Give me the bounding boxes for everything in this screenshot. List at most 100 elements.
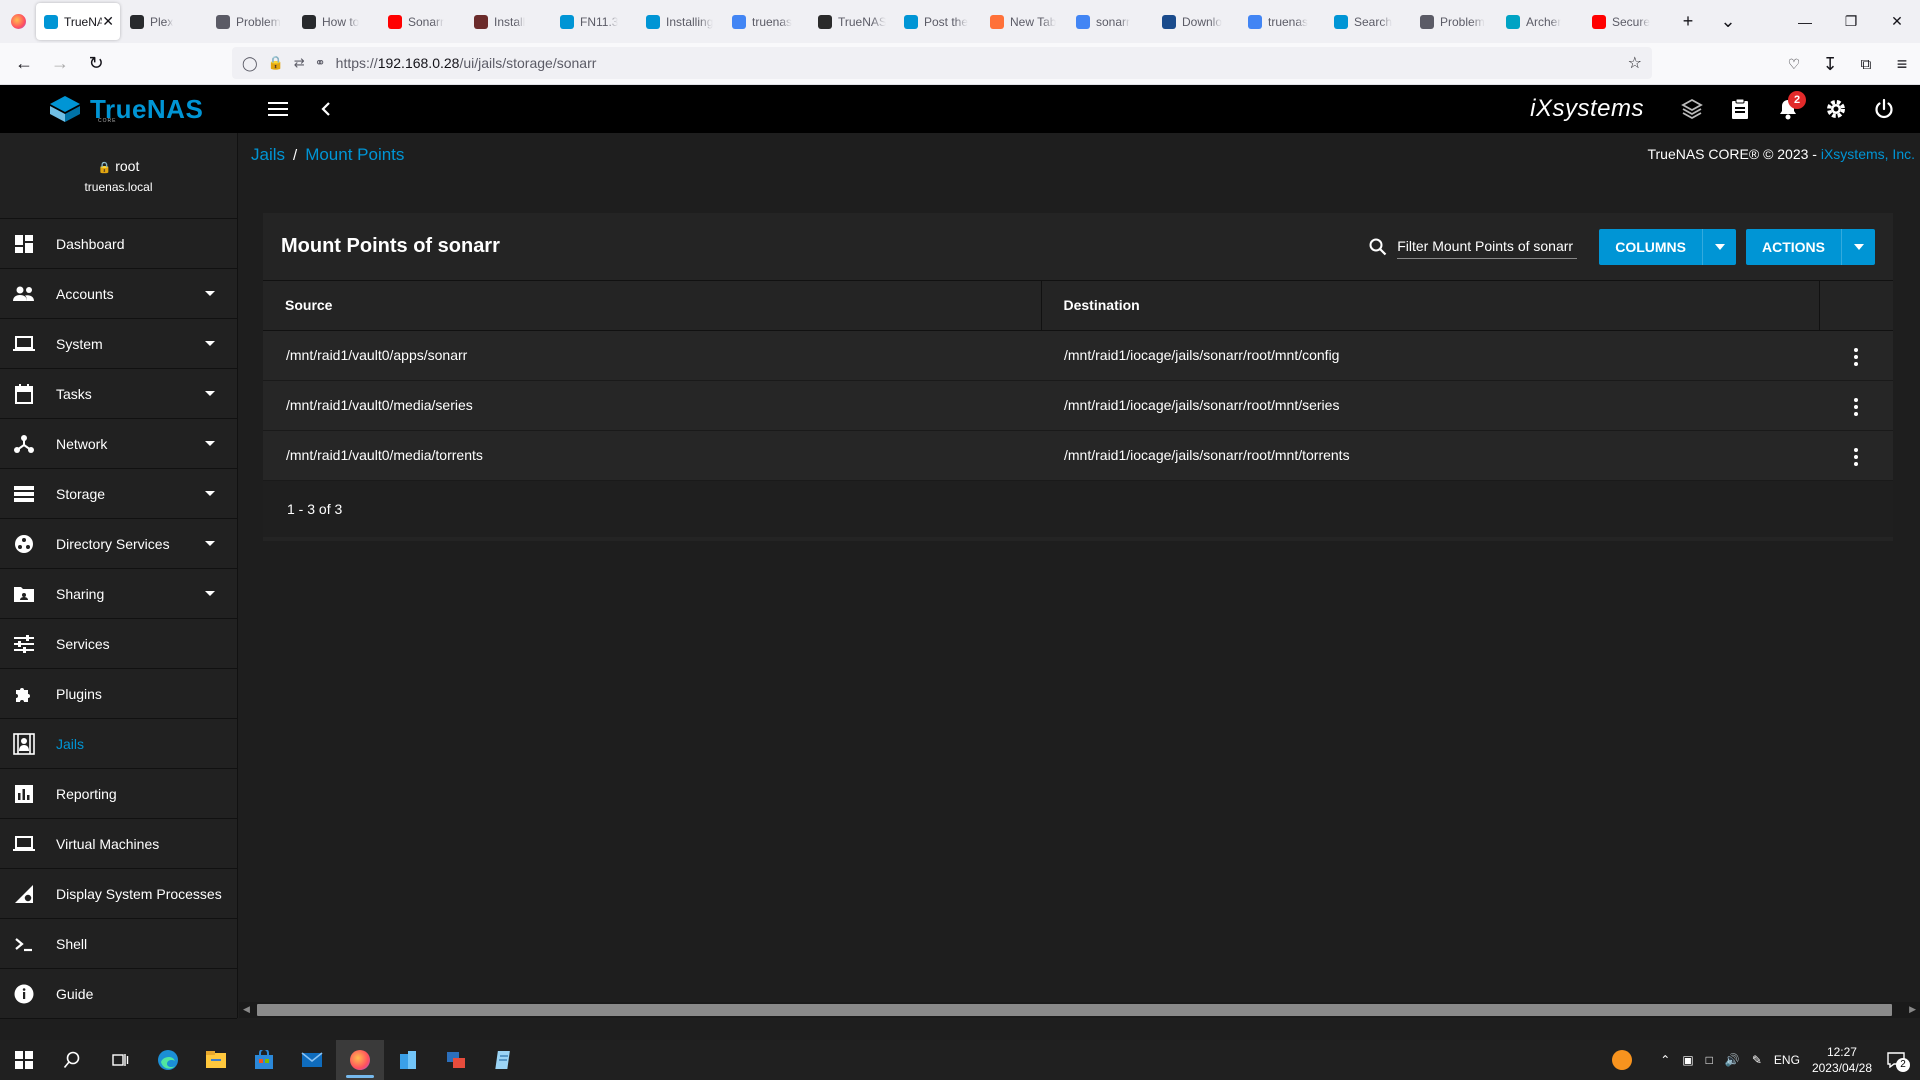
browser-tab[interactable]: Secure: [1584, 3, 1668, 40]
shield-icon[interactable]: ◯: [242, 55, 258, 72]
browser-tab[interactable]: Problem: [1412, 3, 1496, 40]
minimize-button[interactable]: —: [1782, 0, 1828, 43]
pocket-icon[interactable]: ♡: [1776, 46, 1812, 82]
search-icon[interactable]: [48, 1040, 96, 1080]
expand-arrow-icon[interactable]: [205, 391, 215, 396]
table-row[interactable]: /mnt/raid1/vault0/media/torrents/mnt/rai…: [263, 430, 1893, 481]
expand-arrow-icon[interactable]: [205, 291, 215, 296]
lock-icon[interactable]: 🔒: [268, 55, 284, 71]
sidebar-item-sharing[interactable]: Sharing: [0, 569, 237, 619]
url-text[interactable]: https://192.168.0.28/ui/jails/storage/so…: [336, 55, 597, 71]
chevron-down-icon[interactable]: [1841, 228, 1875, 265]
browser-tab[interactable]: Install: [466, 3, 550, 40]
column-header-source[interactable]: Source: [263, 281, 1042, 331]
firefox-tray-icon[interactable]: [1612, 1050, 1633, 1070]
new-tab-button[interactable]: +: [1668, 0, 1708, 43]
mail-icon[interactable]: [288, 1040, 336, 1080]
permissions-icon[interactable]: ⇄: [294, 55, 305, 71]
sidebar-item-virtual-machines[interactable]: Virtual Machines: [0, 819, 237, 869]
file-explorer-icon[interactable]: [192, 1040, 240, 1080]
close-tab-icon[interactable]: ✕: [102, 13, 114, 30]
expand-arrow-icon[interactable]: [205, 591, 215, 596]
horizontal-scrollbar[interactable]: ◀ ▶: [239, 1002, 1920, 1018]
browser-tab[interactable]: FN11.3: [552, 3, 636, 40]
app-notepad-icon[interactable]: [480, 1040, 528, 1080]
sidebar-item-directory-services[interactable]: Directory Services: [0, 519, 237, 569]
back-icon[interactable]: ←: [6, 46, 42, 82]
app-menu-icon[interactable]: ≡: [1884, 46, 1920, 82]
actions-button[interactable]: ACTIONS: [1746, 228, 1875, 265]
network-icon[interactable]: □: [1706, 1053, 1713, 1067]
sidebar-item-shell[interactable]: Shell: [0, 919, 237, 969]
columns-button[interactable]: COLUMNS: [1599, 228, 1736, 265]
reload-icon[interactable]: ↻: [78, 46, 114, 82]
close-window-button[interactable]: ✕: [1874, 0, 1920, 43]
filter-input[interactable]: [1397, 234, 1578, 259]
firefox-menu-icon[interactable]: [0, 0, 36, 43]
power-icon[interactable]: [1860, 85, 1908, 133]
sidebar-item-reporting[interactable]: Reporting: [0, 769, 237, 819]
table-row[interactable]: /mnt/raid1/vault0/apps/sonarr/mnt/raid1/…: [263, 330, 1893, 381]
browser-tab[interactable]: Archer: [1498, 3, 1582, 40]
expand-arrow-icon[interactable]: [205, 541, 215, 546]
browser-tab[interactable]: truenas: [724, 3, 808, 40]
chevron-down-icon[interactable]: [1702, 228, 1736, 265]
sidebar-item-jails[interactable]: Jails: [0, 719, 237, 769]
more-options-icon[interactable]: [1842, 442, 1870, 472]
extensions-icon[interactable]: ⧉: [1848, 46, 1884, 82]
firefox-icon[interactable]: [336, 1040, 384, 1080]
bookmark-star-icon[interactable]: ☆: [1628, 53, 1642, 73]
clock[interactable]: 12:27 2023/04/28: [1812, 1044, 1872, 1076]
browser-tab[interactable]: Downlo: [1154, 3, 1238, 40]
task-manager-icon[interactable]: [1716, 85, 1764, 133]
sidebar-item-accounts[interactable]: Accounts: [0, 269, 237, 319]
browser-tab[interactable]: TrueNAS: [810, 3, 894, 40]
browser-tab[interactable]: How to: [294, 3, 378, 40]
browser-tab[interactable]: Sonarr: [380, 3, 464, 40]
browser-tab[interactable]: sonarr: [1068, 3, 1152, 40]
ixsystems-link[interactable]: iXsystems, Inc.: [1821, 146, 1915, 162]
sidebar-item-services[interactable]: Services: [0, 619, 237, 669]
breadcrumb-jails-link[interactable]: Jails: [251, 145, 285, 165]
sidebar-item-network[interactable]: Network: [0, 419, 237, 469]
downloads-icon[interactable]: ↧: [1812, 46, 1848, 82]
scrollbar-thumb[interactable]: [257, 1004, 1892, 1016]
table-row[interactable]: /mnt/raid1/vault0/media/series/mnt/raid1…: [263, 380, 1893, 431]
windows-start-icon[interactable]: [0, 1040, 48, 1080]
store-icon[interactable]: [240, 1040, 288, 1080]
volume-icon[interactable]: 🔊: [1725, 1053, 1740, 1067]
sidebar-item-plugins[interactable]: Plugins: [0, 669, 237, 719]
expand-arrow-icon[interactable]: [205, 441, 215, 446]
tab-list-button[interactable]: ⌄: [1708, 0, 1748, 43]
settings-gear-icon[interactable]: [1812, 85, 1860, 133]
scroll-right-icon[interactable]: ▶: [1909, 1004, 1916, 1015]
browser-tab[interactable]: Problem: [208, 3, 292, 40]
truecommand-icon[interactable]: [1668, 85, 1716, 133]
truenas-logo[interactable]: TrueNAS CORE: [0, 85, 238, 133]
scroll-left-icon[interactable]: ◀: [243, 1004, 250, 1015]
browser-tab[interactable]: Plex: [122, 3, 206, 40]
browser-tab[interactable]: New Tab: [982, 3, 1066, 40]
app-buildings-icon[interactable]: [384, 1040, 432, 1080]
notifications-bell-icon[interactable]: 2: [1764, 85, 1812, 133]
more-options-icon[interactable]: [1842, 342, 1870, 372]
url-bar[interactable]: ◯ 🔒 ⇄ ⚭ https://192.168.0.28/ui/jails/st…: [232, 47, 1652, 79]
chevron-up-icon[interactable]: ⌃: [1660, 1053, 1670, 1067]
more-options-icon[interactable]: [1842, 392, 1870, 422]
sidebar-item-tasks[interactable]: Tasks: [0, 369, 237, 419]
sidebar-item-guide[interactable]: Guide: [0, 969, 237, 1019]
forward-icon[interactable]: →: [42, 46, 78, 82]
task-view-icon[interactable]: [96, 1040, 144, 1080]
browser-tab[interactable]: Post the: [896, 3, 980, 40]
action-center-icon[interactable]: 2: [1884, 1048, 1910, 1072]
sidebar-item-storage[interactable]: Storage: [0, 469, 237, 519]
collapse-chevron-icon[interactable]: [302, 85, 350, 133]
sidebar-item-display-system-processes[interactable]: Display System Processes: [0, 869, 237, 919]
sidebar-item-dashboard[interactable]: Dashboard: [0, 219, 237, 269]
ixsystems-logo[interactable]: iXsystems: [1530, 95, 1644, 123]
edge-browser-icon[interactable]: [144, 1040, 192, 1080]
pen-icon[interactable]: ✎: [1752, 1053, 1762, 1067]
hamburger-menu-icon[interactable]: [254, 85, 302, 133]
browser-tab[interactable]: truenas: [1240, 3, 1324, 40]
browser-tab[interactable]: Search: [1326, 3, 1410, 40]
